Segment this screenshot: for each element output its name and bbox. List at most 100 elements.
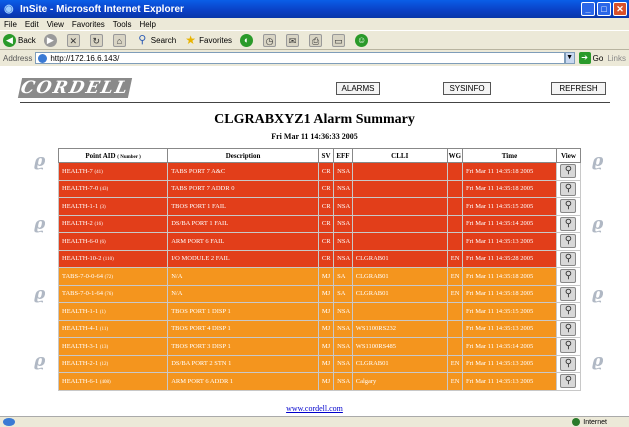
menu-favorites[interactable]: Favorites <box>72 20 105 29</box>
cell-time: Fri Mar 11 14:35:14 2005 <box>462 214 557 233</box>
home-icon: ⌂ <box>112 33 126 47</box>
cell-eff: NSA <box>333 302 353 321</box>
search-button[interactable]: ⚲ Search <box>136 34 176 47</box>
view-magnifier-icon[interactable]: ⚲ <box>560 251 577 266</box>
menu-tools[interactable]: Tools <box>113 20 132 29</box>
menu-help[interactable]: Help <box>139 20 155 29</box>
table-row: HEALTH-4-1 (11) TBOS PORT 4 DISP 1 MJ NSA WS… <box>57 319 582 338</box>
cell-point-aid: HEALTH-7 (41) <box>57 162 169 181</box>
cordell-website-link[interactable]: www.cordell.com <box>0 404 629 413</box>
refresh-button[interactable]: REFRESH <box>551 82 606 95</box>
cell-point-aid: HEALTH-4-1 (11) <box>57 319 169 338</box>
view-magnifier-icon[interactable]: ⚲ <box>560 321 577 336</box>
window-title: InSite - Microsoft Internet Explorer <box>20 3 184 15</box>
close-button[interactable]: ✕ <box>613 2 627 16</box>
home-button[interactable]: ⌂ <box>112 33 128 47</box>
view-magnifier-icon[interactable]: ⚲ <box>560 181 577 196</box>
back-button[interactable]: ◀ Back <box>3 33 36 47</box>
links-button[interactable]: Links <box>607 54 626 63</box>
cordell-mark-icon: ϱ <box>592 351 604 371</box>
col-eff[interactable]: EFF <box>333 148 353 163</box>
cell-view: ⚲ <box>555 267 582 286</box>
cell-description: I/O MODULE 2 FAIL <box>167 249 319 268</box>
view-magnifier-icon[interactable]: ⚲ <box>560 216 577 231</box>
cell-view: ⚲ <box>555 232 582 251</box>
view-magnifier-icon[interactable]: ⚲ <box>560 164 577 179</box>
mail-button[interactable]: ✉ <box>286 33 301 47</box>
cordell-mark-icon: ϱ <box>34 151 46 171</box>
menu-file[interactable]: File <box>4 20 17 29</box>
go-button[interactable]: ➔ Go <box>578 52 604 64</box>
menu-view[interactable]: View <box>47 20 64 29</box>
print-button[interactable]: ⎙ <box>309 33 324 47</box>
view-magnifier-icon[interactable]: ⚲ <box>560 339 577 354</box>
cell-time: Fri Mar 11 14:35:28 2005 <box>462 249 557 268</box>
table-header-row: Point AID ( Number ) Description SV EFF … <box>57 148 582 163</box>
cell-sv: CR <box>317 197 335 216</box>
col-time[interactable]: Time <box>462 148 557 163</box>
forward-button[interactable]: ▶ <box>43 33 59 47</box>
folder-button[interactable]: ▭ <box>332 33 347 47</box>
table-row: HEALTH-10-2 (110) I/O MODULE 2 FAIL CR NSA C… <box>57 249 582 268</box>
refresh-browser-button[interactable]: ↻ <box>89 33 105 47</box>
back-label: Back <box>18 35 36 45</box>
view-magnifier-icon[interactable]: ⚲ <box>560 304 577 319</box>
maximize-button[interactable]: □ <box>597 2 611 16</box>
view-magnifier-icon[interactable]: ⚲ <box>560 356 577 371</box>
view-magnifier-icon[interactable]: ⚲ <box>560 199 577 214</box>
col-sv[interactable]: SV <box>317 148 335 163</box>
col-point-aid[interactable]: Point AID ( Number ) <box>57 148 169 163</box>
cell-sv: MJ <box>317 302 335 321</box>
view-magnifier-icon[interactable]: ⚲ <box>560 374 577 389</box>
col-clli[interactable]: CLLI <box>351 148 448 163</box>
go-label: Go <box>592 53 604 63</box>
view-magnifier-icon[interactable]: ⚲ <box>560 269 577 284</box>
address-label: Address <box>3 53 33 63</box>
cell-eff: NSA <box>333 354 353 373</box>
browser-toolbar: ◀ Back ▶ ✕ ↻ ⌂ ⚲ Search ★ Favorites ◐ ◷ … <box>0 30 629 50</box>
cell-point-aid: HEALTH-10-2 (110) <box>57 249 169 268</box>
minimize-button[interactable]: _ <box>581 2 595 16</box>
folder-icon: ▭ <box>332 33 346 47</box>
cell-description: TBOS PORT 1 FAIL <box>167 197 319 216</box>
sysinfo-button[interactable]: SYSINFO <box>443 82 491 95</box>
col-description[interactable]: Description <box>167 148 319 163</box>
page-title: CLGRABXYZ1 Alarm Summary <box>214 112 415 127</box>
media-button[interactable]: ◐ <box>240 33 255 47</box>
view-magnifier-icon[interactable]: ⚲ <box>560 286 577 301</box>
history-button[interactable]: ◷ <box>263 33 278 47</box>
cell-clli: CLGRAB01 <box>351 249 448 268</box>
cell-description: TBOS PORT 3 DISP 1 <box>167 337 319 356</box>
cell-time: Fri Mar 11 14:35:13 2005 <box>462 354 557 373</box>
cell-sv: CR <box>317 179 335 198</box>
forward-arrow-icon: ▶ <box>43 33 57 47</box>
alarms-button[interactable]: ALARMS <box>336 82 380 95</box>
page-icon <box>38 53 48 63</box>
window-title-bar: ◉ InSite - Microsoft Internet Explorer _… <box>0 0 629 18</box>
cell-point-aid: TABS-7-0-0-64 (72) <box>57 267 169 286</box>
view-magnifier-icon[interactable]: ⚲ <box>560 234 577 249</box>
table-row: HEALTH-1-1 (1) TBOS PORT 1 DISP 1 MJ NSA Fri… <box>57 302 582 321</box>
cell-eff: NSA <box>333 232 353 251</box>
cell-eff: NSA <box>333 319 353 338</box>
cell-wg: EN <box>446 372 464 391</box>
cell-description: DS/BA PORT 1 FAIL <box>167 214 319 233</box>
cell-time: Fri Mar 11 14:35:13 2005 <box>462 319 557 338</box>
print-icon: ⎙ <box>309 33 323 47</box>
stop-icon: ✕ <box>66 33 80 47</box>
cell-clli: CLGRAB01 <box>351 267 448 286</box>
col-wg[interactable]: WG <box>446 148 464 163</box>
cell-eff: SA <box>333 284 353 303</box>
address-dropdown[interactable]: ▼ <box>564 52 575 64</box>
favorites-button[interactable]: ★ Favorites <box>184 33 232 47</box>
col-view: View <box>555 148 582 163</box>
menu-edit[interactable]: Edit <box>25 20 39 29</box>
address-input[interactable]: http://172.16.6.143/ <box>35 52 565 64</box>
cell-view: ⚲ <box>555 337 582 356</box>
cell-time: Fri Mar 11 14:35:13 2005 <box>462 232 557 251</box>
table-row: HEALTH-6-1 (408) ARM PORT 6 ADDR 1 MJ NSA Ca… <box>57 372 582 391</box>
cell-wg <box>446 162 464 181</box>
stop-button[interactable]: ✕ <box>66 33 82 47</box>
cell-point-aid: TABS-7-0-1-64 (76) <box>57 284 169 303</box>
messenger-button[interactable]: ☺ <box>355 33 370 47</box>
